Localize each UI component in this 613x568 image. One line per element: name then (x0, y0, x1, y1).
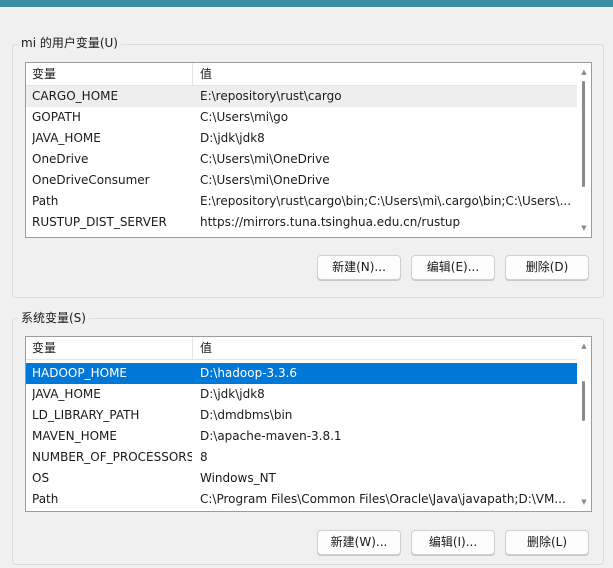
row-variable-value: Windows_NT (200, 471, 276, 485)
table-row[interactable]: NUMBER_OF_PROCESSORS 8 (26, 447, 577, 468)
row-variable-name: LD_LIBRARY_PATH (32, 408, 140, 422)
system-new-button[interactable]: 新建(W)... (317, 530, 401, 555)
row-variable-name: JAVA_HOME (32, 131, 101, 145)
table-row[interactable]: RUSTUP_DIST_SERVER https://mirrors.tuna.t… (26, 212, 577, 233)
system-variables-list[interactable]: 变量 值 HADOOP_HOME D:\hadoop-3.3.6 JAVA_HOM… (25, 336, 592, 512)
row-variable-value: D:\hadoop-3.3.6 (200, 366, 298, 380)
scrollbar-thumb[interactable] (582, 81, 585, 187)
scroll-up-arrow-icon[interactable]: ▲ (577, 65, 591, 79)
row-variable-name: OneDriveConsumer (32, 173, 150, 187)
row-variable-name: Path (32, 194, 59, 208)
table-row[interactable]: LD_LIBRARY_PATH D:\dmdbms\bin (26, 405, 577, 426)
user-edit-button[interactable]: 编辑(E)... (411, 255, 495, 280)
row-variable-name: MAVEN_HOME (32, 429, 117, 443)
row-variable-name: JAVA_HOME (32, 387, 101, 401)
row-variable-value: 8 (200, 450, 208, 464)
scrollbar-thumb[interactable] (582, 381, 585, 421)
row-variable-name: CARGO_HOME (32, 89, 119, 103)
user-delete-button[interactable]: 删除(D) (505, 255, 589, 280)
row-variable-name: Path (32, 492, 59, 506)
row-variable-name: HADOOP_HOME (32, 366, 128, 380)
scroll-down-arrow-icon[interactable]: ▼ (577, 221, 591, 235)
table-row[interactable]: MAVEN_HOME D:\apache-maven-3.8.1 (26, 426, 577, 447)
column-header-variable[interactable]: 变量 (26, 63, 193, 85)
row-variable-value: C:\Users\mi\go (200, 110, 289, 124)
row-variable-value: D:\jdk\jdk8 (200, 131, 265, 145)
column-header-value[interactable]: 值 (194, 63, 212, 85)
row-variable-value: D:\apache-maven-3.8.1 (200, 429, 342, 443)
scroll-up-arrow-icon[interactable]: ▲ (577, 339, 591, 353)
row-variable-value: https://mirrors.tuna.tsinghua.edu.cn/rus… (200, 215, 461, 229)
table-row[interactable]: CARGO_HOME E:\repository\rust\cargo (26, 86, 577, 107)
row-variable-name: RUSTUP_DIST_SERVER (32, 215, 167, 229)
row-variable-name: OS (32, 471, 50, 485)
row-variable-value: E:\repository\rust\cargo\bin;C:\Users\mi… (200, 194, 572, 208)
table-row-selected[interactable]: HADOOP_HOME D:\hadoop-3.3.6 (26, 363, 577, 384)
table-row[interactable]: OS Windows_NT (26, 468, 577, 489)
list-header: 变量 值 (26, 337, 577, 360)
system-variables-group-label: 系统变量(S) (18, 311, 89, 325)
row-variable-name: NUMBER_OF_PROCESSORS (32, 450, 192, 464)
row-variable-name: GOPATH (32, 110, 81, 124)
table-row[interactable]: JAVA_HOME D:\jdk\jdk8 (26, 128, 577, 149)
user-variables-group-label: mi 的用户变量(U) (18, 36, 121, 50)
table-row[interactable]: Path E:\repository\rust\cargo\bin;C:\User… (26, 191, 577, 212)
row-variable-value: C:\Users\mi\OneDrive (200, 152, 330, 166)
table-row[interactable]: Path C:\Program Files\Common Files\Oracle… (26, 489, 577, 510)
row-variable-value: E:\repository\rust\cargo (200, 89, 342, 103)
table-row[interactable]: OneDriveConsumer C:\Users\mi\OneDrive (26, 170, 577, 191)
column-header-variable[interactable]: 变量 (26, 337, 193, 359)
list-rows: CARGO_HOME E:\repository\rust\cargo GOPAT… (26, 86, 577, 233)
table-row[interactable]: JAVA_HOME D:\jdk\jdk8 (26, 384, 577, 405)
vertical-scrollbar[interactable]: ▲ ▼ (577, 337, 591, 511)
row-variable-value: D:\dmdbms\bin (200, 408, 293, 422)
row-variable-name: OneDrive (32, 152, 89, 166)
list-header: 变量 值 (26, 63, 577, 86)
row-variable-value: C:\Program Files\Common Files\Oracle\Jav… (200, 492, 566, 506)
user-new-button[interactable]: 新建(N)... (317, 255, 401, 280)
table-row[interactable]: GOPATH C:\Users\mi\go (26, 107, 577, 128)
column-header-value[interactable]: 值 (194, 337, 212, 359)
table-row[interactable]: OneDrive C:\Users\mi\OneDrive (26, 149, 577, 170)
list-rows: HADOOP_HOME D:\hadoop-3.3.6 JAVA_HOME D:\j… (26, 363, 577, 510)
system-edit-button[interactable]: 编辑(I)... (411, 530, 495, 555)
window-title-strip (0, 0, 613, 7)
row-variable-value: D:\jdk\jdk8 (200, 387, 265, 401)
scroll-down-arrow-icon[interactable]: ▼ (577, 495, 591, 509)
user-variables-list[interactable]: 变量 值 CARGO_HOME E:\repository\rust\cargo … (25, 62, 592, 238)
system-delete-button[interactable]: 删除(L) (505, 530, 589, 555)
vertical-scrollbar[interactable]: ▲ ▼ (577, 63, 591, 237)
row-variable-value: C:\Users\mi\OneDrive (200, 173, 330, 187)
